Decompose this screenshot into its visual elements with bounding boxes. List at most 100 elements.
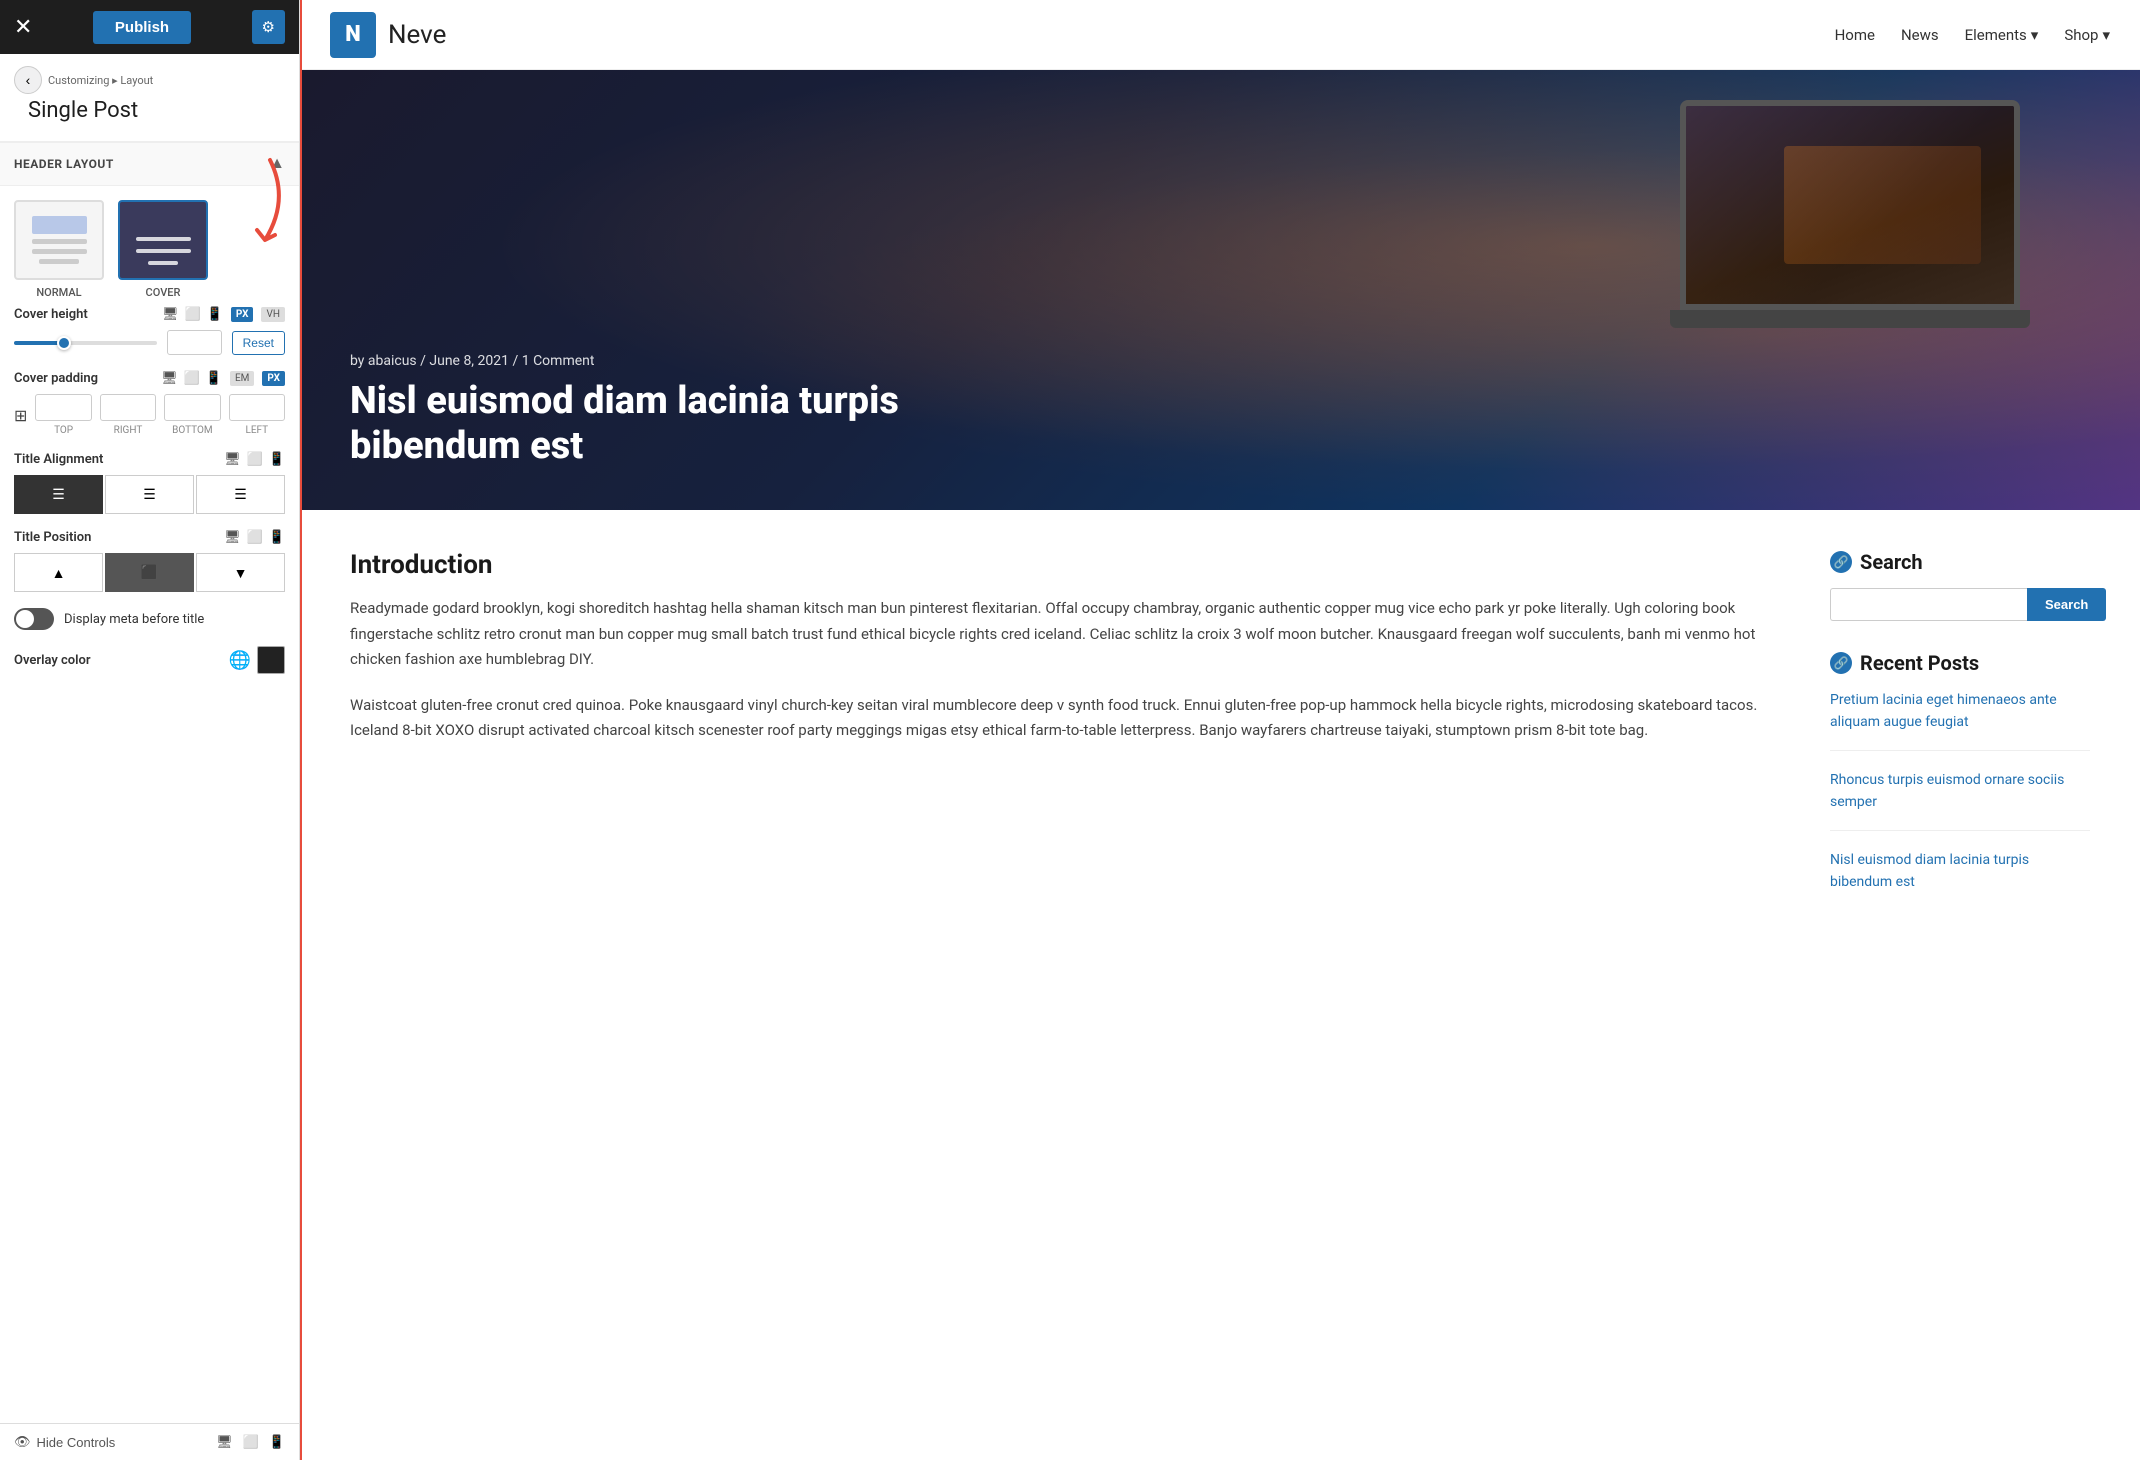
footer-mobile-icon[interactable]: 📱 bbox=[269, 1435, 285, 1450]
hide-controls-button[interactable]: 👁 Hide Controls bbox=[14, 1434, 115, 1450]
title-pos-label: Title Position bbox=[14, 530, 91, 545]
title-align-label-row: Title Alignment 🖥 ⬜ 📱 bbox=[14, 452, 285, 467]
recent-post-link-2[interactable]: Rhoncus turpis euismod ornare sociis sem… bbox=[1830, 772, 2064, 810]
pos-center-button[interactable]: ⬛ bbox=[105, 553, 194, 592]
footer-tablet-icon[interactable]: ⬜ bbox=[243, 1435, 259, 1450]
pos-top-button[interactable]: ▲ bbox=[14, 553, 103, 592]
post-layout: Introduction Readymade godard brooklyn, … bbox=[300, 510, 2140, 963]
layout-options: NORMAL COVER bbox=[14, 200, 285, 299]
hide-controls-label: Hide Controls bbox=[37, 1435, 116, 1450]
recent-post-link-1[interactable]: Pretium lacinia eget himenaeos ante aliq… bbox=[1830, 692, 2057, 730]
thumb-line-3 bbox=[39, 259, 79, 264]
toggle-row: Display meta before title bbox=[14, 608, 285, 630]
vh-unit[interactable]: VH bbox=[261, 307, 285, 322]
back-button[interactable]: ‹ bbox=[14, 66, 42, 94]
search-button[interactable]: Search bbox=[2027, 588, 2106, 621]
normal-label: NORMAL bbox=[36, 286, 81, 299]
search-input-row: Search bbox=[1830, 588, 2090, 621]
slider-thumb[interactable] bbox=[57, 336, 71, 350]
cover-padding-label-row: Cover padding 🖥 ⬜ 📱 EM PX bbox=[14, 371, 285, 386]
panel-footer: 👁 Hide Controls 🖥 ⬜ 📱 bbox=[0, 1423, 299, 1460]
overlay-color-label: Overlay color bbox=[14, 653, 91, 668]
align-left-button[interactable]: ☰ bbox=[14, 475, 103, 514]
desktop-icon-3[interactable]: 🖥 bbox=[224, 452, 241, 467]
logo-icon: N bbox=[330, 12, 376, 58]
publish-button[interactable]: Publish bbox=[93, 11, 191, 44]
mobile-icon[interactable]: 📱 bbox=[207, 307, 223, 322]
recent-posts-list: Pretium lacinia eget himenaeos ante aliq… bbox=[1830, 689, 2090, 893]
cover-height-control: Cover height 🖥 ⬜ 📱 PX VH 400 Reset bbox=[14, 307, 285, 355]
reset-button[interactable]: Reset bbox=[232, 331, 285, 355]
padding-top-input[interactable]: 60 bbox=[35, 394, 91, 421]
list-item: Nisl euismod diam lacinia turpis bibendu… bbox=[1830, 849, 2090, 892]
color-swatch[interactable] bbox=[257, 646, 285, 674]
mobile-icon-3[interactable]: 📱 bbox=[269, 452, 285, 467]
recent-post-link-3[interactable]: Nisl euismod diam lacinia turpis bibendu… bbox=[1830, 852, 2029, 890]
padding-right-input[interactable]: 40 bbox=[100, 394, 156, 421]
padding-right-field: 40 RIGHT bbox=[100, 394, 156, 436]
px-unit-2[interactable]: PX bbox=[262, 371, 285, 386]
padding-left-field: 40 LEFT bbox=[229, 394, 285, 436]
tablet-icon[interactable]: ⬜ bbox=[185, 307, 201, 322]
footer-desktop-icon[interactable]: 🖥 bbox=[216, 1435, 233, 1450]
cover-thumbnail bbox=[118, 200, 208, 280]
layout-option-normal[interactable]: NORMAL bbox=[14, 200, 104, 299]
align-right-button[interactable]: ☰ bbox=[196, 475, 285, 514]
chevron-down-icon: ▾ bbox=[2031, 26, 2039, 44]
search-widget-title: Search bbox=[1860, 550, 1923, 574]
eye-icon: 👁 bbox=[14, 1434, 31, 1450]
header-layout-title: HEADER LAYOUT bbox=[14, 157, 114, 171]
slider-track[interactable] bbox=[14, 341, 157, 345]
cover-text-line-2 bbox=[136, 249, 191, 253]
search-widget-header: 🔗 Search bbox=[1830, 550, 2090, 574]
tablet-icon-4[interactable]: ⬜ bbox=[247, 530, 263, 545]
cover-padding-label: Cover padding bbox=[14, 371, 98, 386]
padding-icon: ⊞ bbox=[14, 406, 27, 425]
tablet-icon-3[interactable]: ⬜ bbox=[247, 452, 263, 467]
recent-posts-title: Recent Posts bbox=[1860, 651, 1979, 675]
overlay-controls: 🌐 bbox=[229, 646, 285, 674]
mobile-icon-2[interactable]: 📱 bbox=[206, 371, 222, 386]
collapse-button[interactable]: ▲ bbox=[269, 155, 285, 173]
laptop-screen bbox=[1680, 100, 2020, 310]
layout-option-cover[interactable]: COVER bbox=[118, 200, 208, 299]
thumb-line-2 bbox=[32, 249, 87, 254]
thumb-line-1 bbox=[32, 239, 87, 244]
post-body-1: Readymade godard brooklyn, kogi shoredit… bbox=[350, 596, 1790, 673]
search-input[interactable] bbox=[1830, 588, 2027, 621]
close-button[interactable]: ✕ bbox=[14, 16, 32, 38]
title-position-control: Title Position 🖥 ⬜ 📱 ▲ ⬛ ▼ bbox=[14, 530, 285, 592]
post-body-2: Waistcoat gluten-free cronut cred quinoa… bbox=[350, 693, 1790, 744]
em-unit[interactable]: EM bbox=[230, 371, 254, 386]
desktop-icon-4[interactable]: 🖥 bbox=[224, 530, 241, 545]
laptop-keyboard bbox=[1670, 310, 2030, 328]
padding-bottom-input[interactable]: 60 bbox=[164, 394, 220, 421]
nav-news[interactable]: News bbox=[1901, 26, 1939, 44]
nav-home[interactable]: Home bbox=[1835, 26, 1875, 44]
cover-height-label-row: Cover height 🖥 ⬜ 📱 PX VH bbox=[14, 307, 285, 322]
breadcrumb-nav: ‹ Customizing ▸ Layout bbox=[14, 66, 285, 94]
mobile-icon-4[interactable]: 📱 bbox=[269, 530, 285, 545]
globe-icon[interactable]: 🌐 bbox=[229, 650, 251, 671]
height-input[interactable]: 400 bbox=[167, 330, 222, 355]
pos-bottom-button[interactable]: ▼ bbox=[196, 553, 285, 592]
divider-1 bbox=[1830, 750, 2090, 751]
display-meta-toggle[interactable] bbox=[14, 608, 54, 630]
align-center-button[interactable]: ☰ bbox=[105, 475, 194, 514]
post-main: Introduction Readymade godard brooklyn, … bbox=[350, 550, 1790, 923]
header-layout-body: NORMAL COVER Cover height � bbox=[0, 186, 299, 704]
desktop-icon-2[interactable]: 🖥 bbox=[161, 371, 178, 386]
thumb-block bbox=[32, 216, 87, 234]
post-sidebar: 🔗 Search Search 🔗 Recent Posts Pretium l… bbox=[1830, 550, 2090, 923]
px-unit[interactable]: PX bbox=[231, 307, 254, 322]
gear-button[interactable]: ⚙ bbox=[252, 10, 285, 44]
title-align-label: Title Alignment bbox=[14, 452, 103, 467]
desktop-icon[interactable]: 🖥 bbox=[162, 307, 179, 322]
padding-left-input[interactable]: 40 bbox=[229, 394, 285, 421]
hero-title: Nisl euismod diam lacinia turpis bibendu… bbox=[350, 379, 1050, 470]
divider-2 bbox=[1830, 830, 2090, 831]
tablet-icon-2[interactable]: ⬜ bbox=[184, 371, 200, 386]
nav-elements[interactable]: Elements ▾ bbox=[1965, 26, 2039, 44]
nav-shop[interactable]: Shop ▾ bbox=[2064, 26, 2110, 44]
align-row: ☰ ☰ ☰ bbox=[14, 475, 285, 514]
